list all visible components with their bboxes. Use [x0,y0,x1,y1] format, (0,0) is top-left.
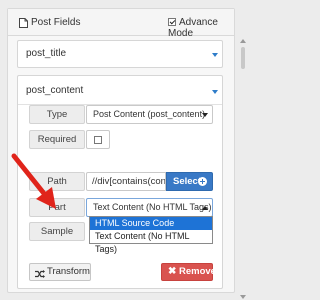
advance-mode-checkbox[interactable] [168,18,176,26]
scroll-down-arrow-icon[interactable] [240,295,246,299]
type-select-value: Post Content (post_content) [93,109,206,119]
type-select[interactable]: Post Content (post_content) [86,105,213,124]
required-checkbox[interactable] [94,136,102,144]
panel-header: Post Fields Advance Mode [8,9,234,39]
select-button[interactable]: Select [166,172,213,191]
remove-button-label: Remove [179,266,216,277]
shuffle-icon [35,268,45,278]
panel-title: Post Fields [31,17,81,28]
chevron-down-icon[interactable] [212,90,218,94]
annotation-arrow-icon [11,153,56,209]
chevron-up-icon [202,206,208,210]
required-label: Required [29,130,85,149]
type-label: Type [29,105,85,124]
part-dropdown-list: HTML Source Code Text Content (No HTML T… [89,216,213,254]
required-field[interactable] [86,130,110,149]
file-icon [19,18,28,28]
select-button-label: Select [173,176,201,187]
chevron-down-icon [202,113,208,117]
advance-mode-toggle[interactable]: Advance Mode [168,17,234,39]
field-post-title[interactable]: post_title [17,40,223,68]
plus-circle-icon [198,177,207,186]
chevron-down-icon[interactable] [212,53,218,57]
scroll-up-arrow-icon[interactable] [240,39,246,43]
transform-button-label: Transform [47,266,90,277]
transform-button[interactable]: Transform [29,263,91,281]
dropdown-option-text-content[interactable]: Text Content (No HTML Tags) [90,230,212,254]
dropdown-option-html-source[interactable]: HTML Source Code [90,217,212,230]
part-select-value: Text Content (No HTML Tags) [93,202,212,212]
scroll-thumb[interactable] [241,47,245,69]
sample-label: Sample [29,222,85,241]
remove-button[interactable]: ✖ Remove [161,263,216,281]
x-icon: ✖ [168,266,177,277]
path-input[interactable]: //div[contains(con [86,172,166,191]
field-label: post_title [26,48,67,59]
post-fields-panel: Post Fields Advance Mode post_title post… [7,8,246,299]
field-label: post_content [26,85,84,96]
part-select[interactable]: Text Content (No HTML Tags) [86,198,213,217]
